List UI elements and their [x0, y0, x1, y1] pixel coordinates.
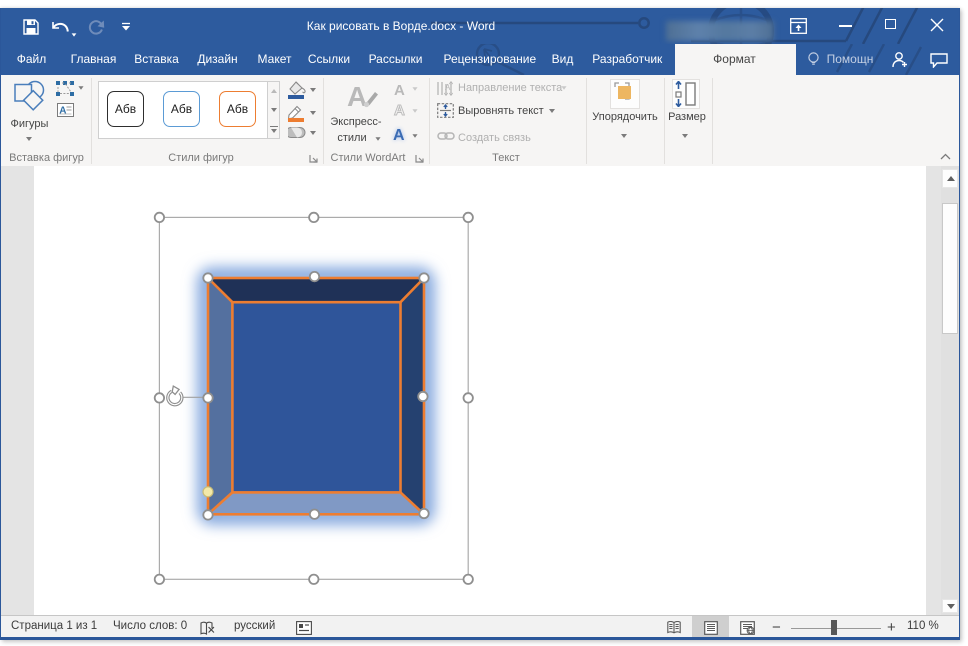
svg-text:А: А: [445, 83, 451, 92]
svg-text:A: A: [59, 106, 66, 117]
